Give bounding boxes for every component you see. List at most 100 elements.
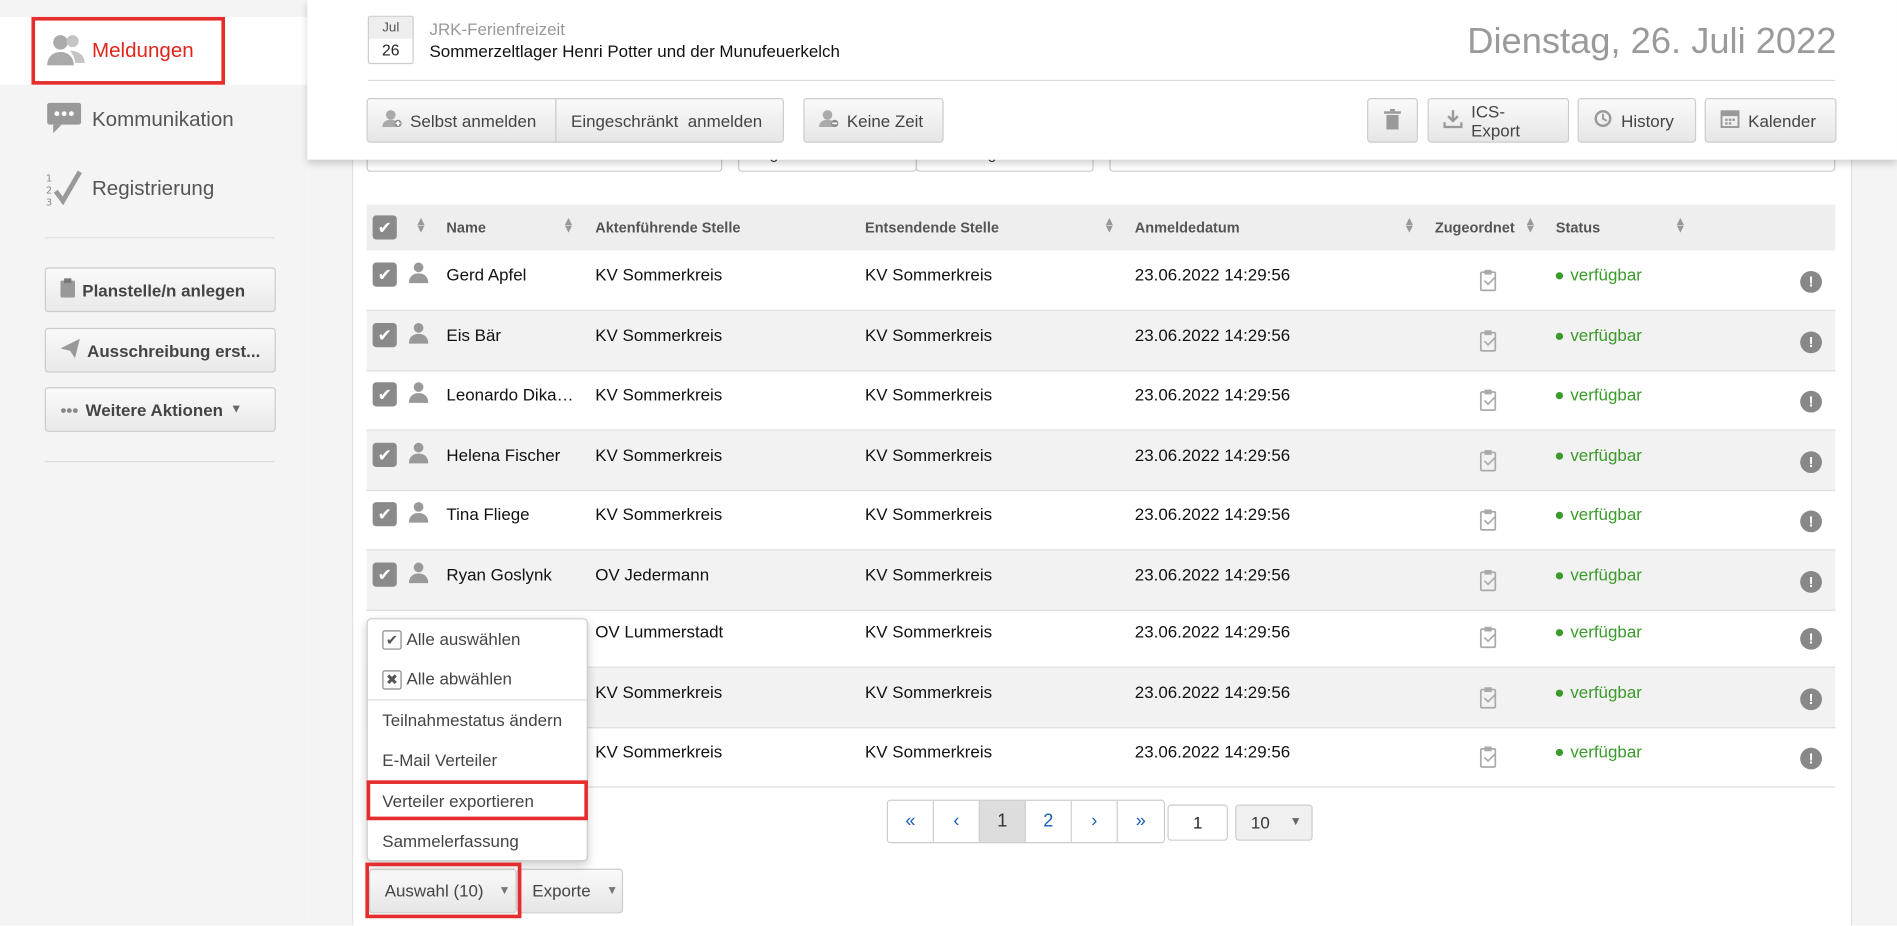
prev-page-button[interactable]: ‹ [933, 800, 980, 843]
per-page-select[interactable]: 10 ▼ [1235, 804, 1313, 841]
column-assigned[interactable]: Zugeordnet [1435, 219, 1515, 236]
change-status-item[interactable]: Teilnahmestatus ändern [382, 707, 562, 734]
status-badge: verfügbar [1555, 325, 1642, 345]
restricted-register-button[interactable]: Eingeschränkt anmelden [555, 97, 784, 143]
cell-name: Gerd Apfel [446, 264, 527, 285]
column-date[interactable]: Anmeldedatum [1135, 219, 1240, 236]
self-register-button[interactable]: Selbst anmelden [366, 97, 557, 143]
create-position-button[interactable]: Planstelle/n anlegen [44, 267, 276, 313]
divider [367, 79, 1836, 82]
column-name[interactable]: Name [446, 219, 486, 236]
table-row[interactable]: ✔ Ryan Goslynk OV Jedermann KV Sommerkreis 2… [366, 550, 1836, 611]
row-checkbox[interactable]: ✔ [372, 502, 397, 527]
delete-button[interactable] [1367, 97, 1418, 143]
table-row[interactable]: ✔ Leonardo Dika… KV Sommerkreis KV Sommerkr… [366, 370, 1836, 431]
row-checkbox[interactable]: ✔ [372, 323, 397, 348]
status-dot-icon [1555, 749, 1564, 757]
warning-icon[interactable]: ! [1800, 747, 1822, 770]
table-row[interactable]: ✔ Helena Fischer KV Sommerkreis KV Sommerkr… [366, 430, 1836, 492]
user-add-icon [382, 108, 402, 132]
bulk-entry-item[interactable]: Sammelerfassung [382, 828, 518, 855]
column-sender[interactable]: Entsendende Stelle [865, 219, 999, 236]
select-all-item[interactable]: ✔ Alle auswählen [382, 625, 520, 652]
create-tender-button[interactable]: Ausschreibung erst... [44, 327, 276, 373]
sort-icon[interactable]: ▲ ▼ [1403, 216, 1415, 235]
sort-icon[interactable]: ▲ ▼ [415, 216, 427, 235]
sidebar-item-registrierung[interactable]: 1 23 Registrierung [0, 155, 307, 223]
cell-office: KV Sommerkreis [595, 325, 723, 345]
column-office[interactable]: Aktenführende Stelle [595, 219, 740, 236]
sidebar-item-kommunikation[interactable]: Kommunikation [0, 86, 307, 154]
warning-icon[interactable]: ! [1800, 331, 1822, 354]
sidebar-item-label: Kommunikation [91, 107, 234, 131]
clipboard-check-icon[interactable] [1479, 450, 1499, 472]
warning-icon[interactable]: ! [1800, 510, 1822, 533]
status-dot-icon [1555, 689, 1564, 698]
cell-name: Tina Fliege [446, 504, 530, 524]
warning-icon[interactable]: ! [1800, 571, 1822, 593]
history-button[interactable]: History [1577, 97, 1697, 143]
deselect-all-label: Alle abwählen [406, 669, 512, 689]
cell-date: 23.06.2022 14:29:56 [1134, 682, 1291, 702]
next-page-button[interactable]: › [1071, 800, 1118, 843]
calendar-button[interactable]: Kalender [1704, 97, 1837, 143]
select-all-checkbox[interactable]: ✔ [372, 215, 397, 240]
cell-name: Helena Fischer [446, 445, 561, 465]
checklist-icon: 1 23 [46, 169, 92, 209]
clipboard-check-icon[interactable] [1479, 509, 1499, 531]
clipboard-check-icon[interactable] [1479, 746, 1499, 768]
sidebar-item-meldungen[interactable]: Meldungen [0, 16, 308, 85]
highlight-box [366, 780, 588, 821]
cell-sender: KV Sommerkreis [865, 621, 993, 642]
first-page-button[interactable]: « [887, 800, 934, 843]
table-row[interactable]: ✔ Tina Fliege KV Sommerkreis KV Sommerkreis… [366, 490, 1836, 551]
row-checkbox[interactable]: ✔ [372, 442, 397, 467]
sort-icon[interactable]: ▲ ▼ [1524, 216, 1536, 235]
page-1-button[interactable]: 1 [979, 800, 1026, 843]
more-actions-button[interactable]: ••• Weitere Aktionen ▼ [44, 387, 276, 432]
cell-name: Eis Bär [446, 325, 502, 345]
caret-down-icon: ▼ [230, 402, 243, 417]
status-badge: verfügbar [1555, 445, 1642, 465]
warning-icon[interactable]: ! [1800, 270, 1822, 293]
status-dot-icon [1555, 272, 1564, 280]
email-list-item[interactable]: E-Mail Verteiler [382, 746, 497, 773]
table-row[interactable]: ✔ Eis Bär KV Sommerkreis KV Sommerkreis 23.0… [366, 310, 1836, 372]
table-row[interactable]: ✔ Gerd Apfel KV Sommerkreis KV Sommerkreis 2… [366, 250, 1836, 311]
page-2-button[interactable]: 2 [1025, 800, 1072, 843]
event-subtitle: JRK-Ferienfreizeit [429, 19, 566, 39]
chat-icon [46, 100, 92, 139]
warning-icon[interactable]: ! [1800, 390, 1822, 413]
exports-button[interactable]: Exporte ▼ [516, 868, 624, 914]
status-dot-icon [1555, 392, 1564, 400]
clipboard-check-icon[interactable] [1479, 389, 1499, 412]
last-page-button[interactable]: » [1117, 800, 1164, 843]
person-icon [408, 442, 430, 466]
svg-text:2: 2 [46, 186, 52, 197]
warning-icon[interactable]: ! [1800, 451, 1822, 474]
clipboard-check-icon[interactable] [1479, 569, 1499, 592]
row-checkbox[interactable]: ✔ [372, 262, 397, 287]
column-status[interactable]: Status [1556, 219, 1600, 236]
status-text: verfügbar [1570, 445, 1642, 465]
page-number-input[interactable]: 1 [1167, 804, 1228, 841]
clipboard-check-icon[interactable] [1479, 687, 1499, 709]
clipboard-check-icon[interactable] [1479, 269, 1499, 292]
sort-icon[interactable]: ▲ ▼ [563, 216, 575, 235]
warning-icon[interactable]: ! [1800, 627, 1822, 650]
ics-export-button[interactable]: ICS-Export [1427, 97, 1570, 143]
warning-icon[interactable]: ! [1800, 688, 1822, 711]
clipboard-check-icon[interactable] [1479, 626, 1499, 649]
row-checkbox[interactable]: ✔ [372, 382, 397, 407]
sort-icon[interactable]: ▲ ▼ [1103, 216, 1115, 235]
sort-icon[interactable]: ▲ ▼ [1674, 216, 1686, 235]
caret-down-icon: ▼ [606, 884, 619, 898]
self-register-label: Selbst anmelden [410, 110, 537, 131]
deselect-all-item[interactable]: ✖ Alle abwählen [382, 665, 512, 692]
dots-icon: ••• [60, 399, 79, 420]
row-checkbox[interactable]: ✔ [372, 562, 397, 587]
cell-office: KV Sommerkreis [595, 445, 723, 465]
clipboard-check-icon[interactable] [1479, 330, 1499, 352]
no-time-button[interactable]: Keine Zeit [803, 97, 944, 143]
trash-icon [1384, 108, 1401, 132]
